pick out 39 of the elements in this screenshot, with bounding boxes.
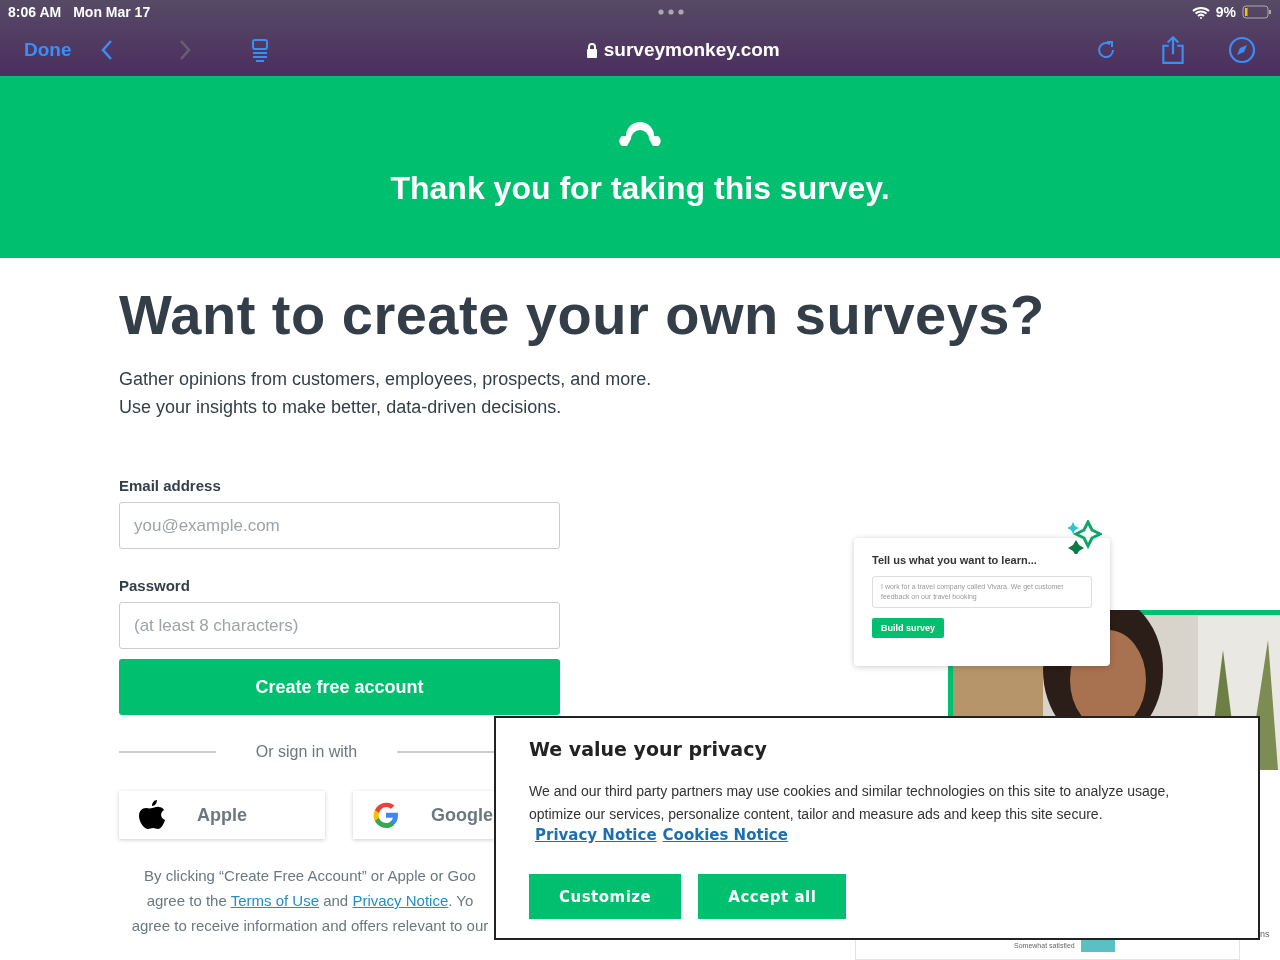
dialog-link[interactable]: Privacy Notice — [535, 826, 657, 844]
legal-text: By clicking “Create Free Account” or Apple or Goo — [144, 866, 476, 886]
field-label: Password — [119, 577, 191, 594]
dialog-link[interactable]: Cookies Notice — [662, 826, 788, 844]
edge-text: ns — [1260, 929, 1270, 939]
status-date: Mon Mar 17 — [73, 4, 151, 20]
apple-icon — [137, 798, 167, 832]
sign-in-button[interactable]: Google — [353, 791, 494, 839]
field-label: Email address — [119, 477, 222, 494]
legal-link[interactable]: Privacy Notice — [352, 892, 449, 909]
legal-text: agree to receive information and offers relevant to our — [131, 916, 489, 936]
dialog-text: We and our third party partners may use cookies and similar technologies on this site to analyze usage, optimize our services, personalize content, tailor and measure ads and keep this site secure. — [529, 782, 1171, 824]
page-heading: Want to create your own surveys? — [119, 282, 1046, 347]
lock-icon — [585, 42, 598, 58]
card-title: Tell us what you want to learn... — [872, 554, 1038, 566]
legal-text: agree to the Terms of Use and Privacy Notice. Yo — [146, 891, 474, 911]
status-time: 8:06 AM — [8, 4, 62, 20]
intro-text: Gather opinions from customers, employees, prospects, and more. — [119, 368, 653, 391]
create-account-button[interactable]: Create free account — [119, 659, 560, 715]
google-icon — [371, 800, 401, 830]
banner-title: Thank you for taking this survey. — [390, 170, 890, 207]
sign-in-button[interactable]: Apple — [119, 791, 325, 839]
sparkle-icon — [1068, 520, 1102, 554]
dialog-title: We value your privacy — [529, 738, 768, 760]
battery-icon — [1242, 5, 1272, 19]
password-field[interactable]: (at least 8 characters) — [119, 602, 560, 649]
email-field[interactable]: you@example.com — [119, 502, 560, 549]
address-text[interactable]: surveymonkey.com — [603, 39, 780, 61]
battery-percent: 9% — [1215, 4, 1236, 20]
wifi-icon — [1191, 5, 1210, 19]
divider-text: Or sign in with — [255, 743, 358, 761]
share-icon[interactable] — [1160, 35, 1186, 65]
intro-text: Use your insights to make better, data-driven decisions. — [119, 396, 563, 419]
dialog-button[interactable]: Accept all — [698, 874, 847, 919]
legal-link[interactable]: Terms of Use — [230, 892, 319, 909]
more-icon — [658, 9, 684, 15]
dialog-button[interactable]: Customize — [529, 874, 682, 919]
compass-icon[interactable] — [1228, 36, 1256, 64]
done-button[interactable]: Done — [24, 39, 72, 61]
